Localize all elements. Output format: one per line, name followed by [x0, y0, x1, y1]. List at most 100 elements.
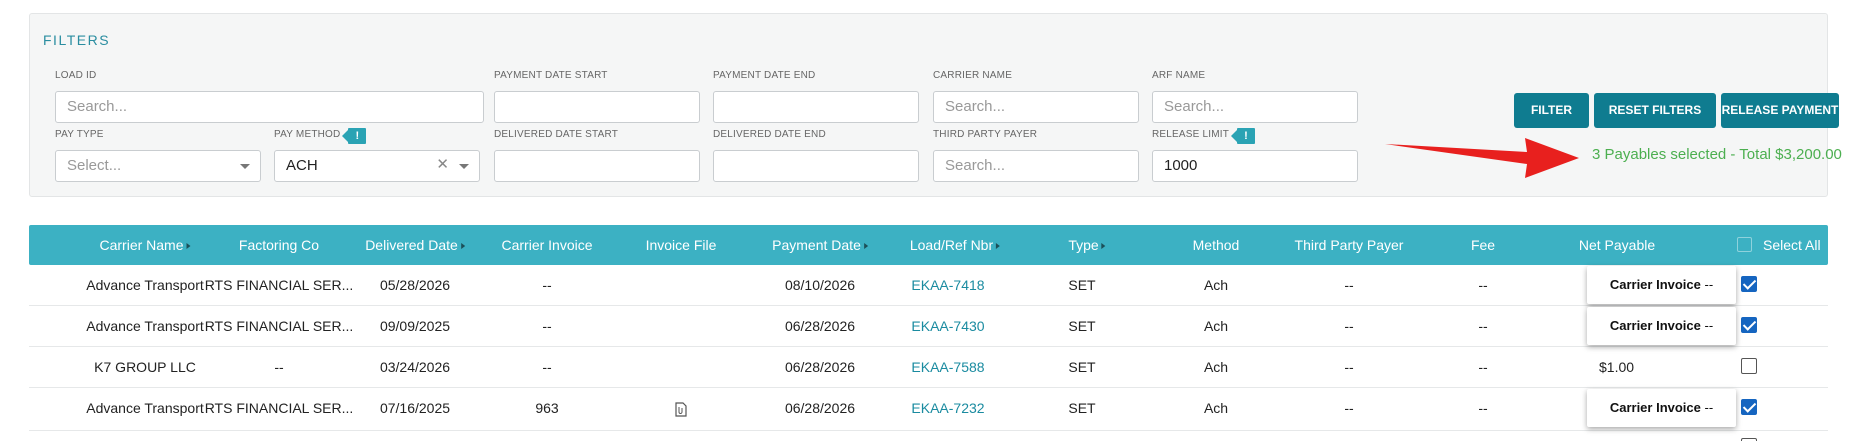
sort-icon [863, 243, 868, 250]
release-limit-input[interactable]: 1000 [1152, 150, 1358, 182]
filter-button[interactable]: FILTER [1514, 93, 1589, 128]
delivered-date-start-input[interactable] [494, 150, 700, 182]
tooltip-label: Carrier Invoice [1609, 318, 1701, 333]
cell-load-ref-link[interactable]: EKAA-7418 [911, 265, 984, 306]
carrier-name-input[interactable]: Search... [933, 91, 1139, 123]
cell-factoring-co: RTS FINANCIAL SER... [204, 318, 354, 334]
chevron-down-icon[interactable] [459, 164, 469, 169]
reset-filters-button[interactable]: RESET FILTERS [1594, 93, 1716, 128]
col-label: Delivered Date [365, 237, 458, 253]
cell-payment-date: 06/28/2026 [784, 318, 856, 334]
pay-type-select[interactable]: Select... [55, 150, 261, 182]
carrier-name-label: CARRIER NAME [933, 70, 1013, 81]
col-label: Fee [1470, 237, 1496, 253]
sort-icon [186, 243, 191, 250]
cell-payment-date: 08/10/2026 [784, 277, 856, 293]
col-fee[interactable]: Fee [1471, 225, 1495, 265]
load-id-label: LOAD ID [55, 70, 97, 81]
filters-panel: FILTERS LOAD ID Search... PAYMENT DATE S… [29, 13, 1842, 197]
delivered-date-start-field: DELIVERED DATE START [494, 128, 700, 182]
cell-carrier-invoice: -- [542, 359, 552, 375]
col-label: Net Payable [1578, 237, 1656, 253]
cell-third-party-payer: -- [1344, 400, 1354, 416]
cell-fee: -- [1478, 318, 1488, 334]
table-row[interactable]: Advance Transport RTS FINANCIAL SER... 0… [29, 306, 1828, 347]
info-badge-icon[interactable]: ! [342, 128, 367, 144]
cell-carrier-name: K7 GROUP LLC [94, 359, 196, 375]
paperclip-icon[interactable] [675, 402, 687, 417]
release-limit-label: RELEASE LIMIT! [1152, 128, 1256, 144]
col-label: Factoring Co [238, 237, 320, 253]
payment-date-start-field: PAYMENT DATE START [494, 69, 700, 123]
cell-carrier-name: Advance Transport [86, 400, 204, 416]
third-party-payer-input[interactable]: Search... [933, 150, 1139, 182]
cell-carrier-invoice: 963 [535, 400, 559, 416]
col-carrier-invoice[interactable]: Carrier Invoice [501, 225, 592, 265]
col-factoring-co[interactable]: Factoring Co [239, 225, 319, 265]
tooltip-label: Carrier Invoice [1609, 277, 1701, 292]
row-checkbox[interactable] [1741, 276, 1757, 292]
sort-icon [460, 243, 465, 250]
arf-name-label: ARF NAME [1152, 70, 1206, 81]
col-net-payable[interactable]: Net Payable [1579, 225, 1655, 265]
cell-load-ref-link[interactable]: EKAA-7430 [911, 306, 984, 347]
cell-factoring-co: RTS FINANCIAL SER... [204, 277, 354, 293]
col-carrier-name[interactable]: Carrier Name [99, 225, 191, 265]
carrier-invoice-tooltip: Carrier Invoice -- [1587, 266, 1736, 304]
payment-date-end-input[interactable] [713, 91, 919, 123]
col-type[interactable]: Type [1068, 225, 1106, 265]
cell-type: SET [1068, 277, 1096, 293]
cell-carrier-name: Advance Transport [86, 277, 204, 293]
table-row[interactable] [29, 431, 1828, 441]
col-label: Type [1068, 237, 1099, 253]
cell-third-party-payer: -- [1344, 277, 1354, 293]
row-checkbox[interactable] [1741, 358, 1757, 374]
cell-carrier-invoice: -- [542, 277, 552, 293]
selection-summary: 3 Payables selected - Total $3,200.00 [1592, 146, 1842, 163]
carrier-invoice-tooltip: Carrier Invoice -- [1587, 307, 1736, 345]
filters-title: FILTERS [43, 32, 111, 48]
table-row[interactable]: Advance Transport RTS FINANCIAL SER... 0… [29, 388, 1828, 431]
payment-date-end-label: PAYMENT DATE END [713, 70, 816, 81]
pay-type-field: PAY TYPE Select... [55, 128, 261, 182]
col-method[interactable]: Method [1193, 225, 1240, 265]
col-load-ref-nbr[interactable]: Load/Ref Nbr [909, 225, 1001, 265]
cell-delivered-date: 07/16/2025 [379, 400, 451, 416]
cell-type: SET [1068, 359, 1096, 375]
col-label: Load/Ref Nbr [909, 237, 994, 253]
info-badge-icon[interactable]: ! [1231, 128, 1256, 144]
table-row[interactable]: K7 GROUP LLC -- 03/24/2026 -- 06/28/2026… [29, 347, 1828, 388]
select-all-checkbox[interactable] [1737, 237, 1752, 252]
arf-name-field: ARF NAME Search... [1152, 69, 1358, 123]
cell-load-ref-link[interactable]: EKAA-7232 [911, 388, 984, 429]
carrier-invoice-tooltip: Carrier Invoice -- [1587, 389, 1736, 427]
pay-method-value: ACH [286, 157, 318, 174]
third-party-payer-label: THIRD PARTY PAYER [933, 129, 1038, 140]
tooltip-value: -- [1704, 318, 1714, 333]
clear-icon[interactable]: ✕ [436, 156, 449, 174]
row-checkbox[interactable] [1741, 399, 1757, 415]
col-label: Invoice File [645, 237, 717, 253]
col-delivered-date[interactable]: Delivered Date [365, 225, 465, 265]
col-third-party-payer[interactable]: Third Party Payer [1295, 225, 1404, 265]
col-invoice-file[interactable]: Invoice File [646, 225, 717, 265]
cell-carrier-name: Advance Transport [86, 318, 204, 334]
payment-date-start-input[interactable] [494, 91, 700, 123]
table-row[interactable]: Advance Transport RTS FINANCIAL SER... 0… [29, 265, 1828, 306]
delivered-date-end-input[interactable] [713, 150, 919, 182]
chevron-down-icon[interactable] [240, 164, 250, 169]
red-arrow-icon [1385, 138, 1579, 178]
cell-third-party-payer: -- [1344, 359, 1354, 375]
arf-name-input[interactable]: Search... [1152, 91, 1358, 123]
pay-method-select[interactable]: ACH ✕ [274, 150, 480, 182]
release-payment-button[interactable]: RELEASE PAYMENT [1721, 93, 1839, 128]
cell-factoring-co: RTS FINANCIAL SER... [204, 400, 354, 416]
sort-icon [996, 243, 1001, 250]
payment-date-start-label: PAYMENT DATE START [494, 70, 608, 81]
load-id-input[interactable]: Search... [55, 91, 484, 123]
cell-delivered-date: 03/24/2026 [379, 359, 451, 375]
row-checkbox[interactable] [1741, 317, 1757, 333]
col-payment-date[interactable]: Payment Date [772, 225, 868, 265]
cell-load-ref-link[interactable]: EKAA-7588 [911, 347, 984, 388]
sort-icon [1101, 243, 1106, 250]
